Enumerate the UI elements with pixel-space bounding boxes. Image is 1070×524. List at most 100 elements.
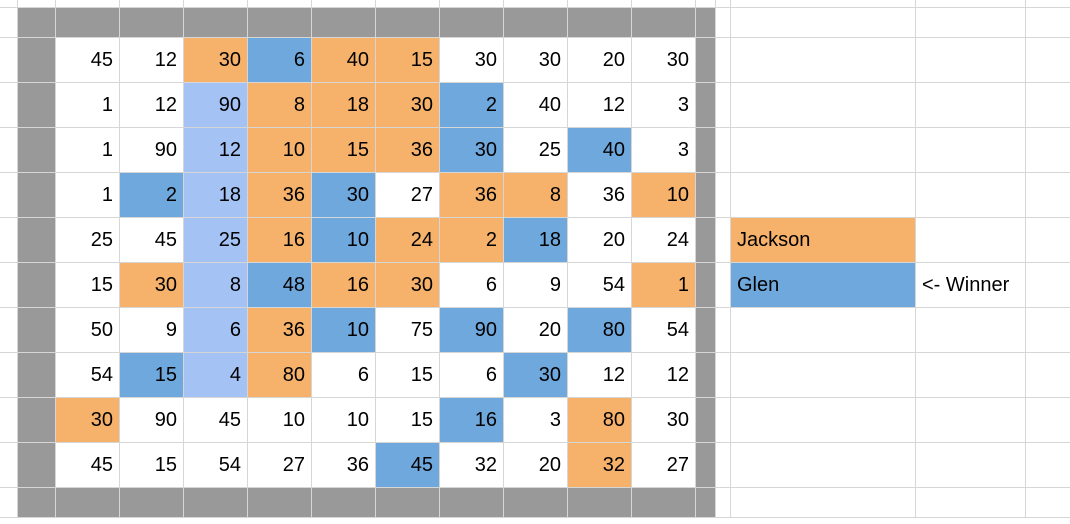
grid-cell[interactable]: 12 bbox=[632, 353, 696, 398]
grid-cell[interactable]: 16 bbox=[440, 398, 504, 443]
cell[interactable] bbox=[504, 488, 568, 518]
cell[interactable] bbox=[716, 263, 731, 308]
cell[interactable] bbox=[916, 488, 1026, 518]
cell[interactable] bbox=[56, 488, 120, 518]
grid-cell[interactable]: 3 bbox=[504, 398, 568, 443]
cell[interactable] bbox=[716, 128, 731, 173]
cell[interactable] bbox=[1026, 173, 1070, 218]
grid-cell[interactable]: 30 bbox=[440, 128, 504, 173]
cell[interactable] bbox=[18, 128, 56, 173]
cell[interactable] bbox=[0, 488, 18, 518]
cell[interactable] bbox=[184, 488, 248, 518]
cell[interactable] bbox=[1026, 128, 1070, 173]
cell[interactable] bbox=[716, 38, 731, 83]
cell[interactable] bbox=[731, 83, 916, 128]
cell[interactable] bbox=[916, 128, 1026, 173]
cell[interactable] bbox=[731, 443, 916, 488]
cell[interactable] bbox=[18, 83, 56, 128]
cell[interactable] bbox=[696, 128, 716, 173]
grid-cell[interactable]: 90 bbox=[120, 128, 184, 173]
grid-cell[interactable]: 20 bbox=[568, 218, 632, 263]
grid-cell[interactable]: 6 bbox=[440, 353, 504, 398]
grid-cell[interactable]: 18 bbox=[312, 83, 376, 128]
grid-cell[interactable]: 32 bbox=[440, 443, 504, 488]
cell[interactable] bbox=[120, 8, 184, 38]
grid-cell[interactable]: 36 bbox=[376, 128, 440, 173]
cell[interactable] bbox=[716, 8, 731, 38]
grid-cell[interactable]: 54 bbox=[632, 308, 696, 353]
cell[interactable] bbox=[1026, 83, 1070, 128]
cell[interactable] bbox=[184, 8, 248, 38]
cell[interactable] bbox=[440, 8, 504, 38]
grid-cell[interactable]: 2 bbox=[440, 218, 504, 263]
grid-cell[interactable]: 6 bbox=[440, 263, 504, 308]
cell[interactable] bbox=[312, 0, 376, 8]
cell[interactable] bbox=[716, 398, 731, 443]
grid-cell[interactable]: 15 bbox=[376, 38, 440, 83]
cell[interactable] bbox=[716, 218, 731, 263]
grid-cell[interactable]: 25 bbox=[504, 128, 568, 173]
grid-cell[interactable]: 18 bbox=[504, 218, 568, 263]
grid-cell[interactable]: 54 bbox=[56, 353, 120, 398]
cell[interactable] bbox=[568, 0, 632, 8]
grid-cell[interactable]: 45 bbox=[376, 443, 440, 488]
cell[interactable] bbox=[376, 0, 440, 8]
cell[interactable] bbox=[716, 173, 731, 218]
grid-cell[interactable]: 3 bbox=[632, 128, 696, 173]
grid-cell[interactable]: 12 bbox=[568, 83, 632, 128]
cell[interactable] bbox=[0, 263, 18, 308]
cell[interactable] bbox=[696, 398, 716, 443]
cell[interactable] bbox=[0, 218, 18, 263]
grid-cell[interactable]: 30 bbox=[376, 83, 440, 128]
grid-cell[interactable]: 2 bbox=[440, 83, 504, 128]
grid-cell[interactable]: 1 bbox=[56, 83, 120, 128]
cell[interactable] bbox=[504, 8, 568, 38]
cell[interactable] bbox=[731, 308, 916, 353]
cell[interactable] bbox=[184, 0, 248, 8]
cell[interactable] bbox=[916, 308, 1026, 353]
grid-cell[interactable]: 25 bbox=[184, 218, 248, 263]
cell[interactable] bbox=[18, 488, 56, 518]
cell[interactable] bbox=[731, 128, 916, 173]
grid-cell[interactable]: 30 bbox=[504, 353, 568, 398]
cell[interactable] bbox=[1026, 353, 1070, 398]
cell[interactable] bbox=[0, 38, 18, 83]
grid-cell[interactable]: 10 bbox=[632, 173, 696, 218]
cell[interactable] bbox=[1026, 263, 1070, 308]
cell[interactable] bbox=[0, 83, 18, 128]
grid-cell[interactable]: 18 bbox=[184, 173, 248, 218]
grid-cell[interactable]: 6 bbox=[312, 353, 376, 398]
cell[interactable] bbox=[696, 488, 716, 518]
cell[interactable] bbox=[916, 443, 1026, 488]
grid-cell[interactable]: 45 bbox=[120, 218, 184, 263]
grid-cell[interactable]: 48 bbox=[248, 263, 312, 308]
grid-cell[interactable]: 36 bbox=[440, 173, 504, 218]
cell[interactable] bbox=[916, 398, 1026, 443]
grid-cell[interactable]: 20 bbox=[568, 38, 632, 83]
grid-cell[interactable]: 20 bbox=[504, 443, 568, 488]
cell[interactable] bbox=[731, 38, 916, 83]
cell[interactable] bbox=[696, 173, 716, 218]
grid-cell[interactable]: 16 bbox=[248, 218, 312, 263]
grid-cell[interactable]: 30 bbox=[632, 38, 696, 83]
grid-cell[interactable]: 15 bbox=[56, 263, 120, 308]
cell[interactable] bbox=[18, 443, 56, 488]
grid-cell[interactable]: 3 bbox=[632, 83, 696, 128]
cell[interactable] bbox=[0, 443, 18, 488]
cell[interactable] bbox=[0, 128, 18, 173]
cell[interactable] bbox=[568, 8, 632, 38]
grid-cell[interactable]: 30 bbox=[184, 38, 248, 83]
grid-cell[interactable]: 15 bbox=[120, 443, 184, 488]
grid-cell[interactable]: 75 bbox=[376, 308, 440, 353]
cell[interactable] bbox=[731, 0, 916, 8]
cell[interactable] bbox=[376, 488, 440, 518]
grid-cell[interactable]: 15 bbox=[120, 353, 184, 398]
cell[interactable] bbox=[731, 8, 916, 38]
grid-cell[interactable]: 90 bbox=[184, 83, 248, 128]
grid-cell[interactable]: 30 bbox=[312, 173, 376, 218]
cell[interactable] bbox=[716, 488, 731, 518]
cell[interactable] bbox=[696, 38, 716, 83]
cell[interactable] bbox=[18, 218, 56, 263]
grid-cell[interactable]: 32 bbox=[568, 443, 632, 488]
cell[interactable] bbox=[56, 0, 120, 8]
